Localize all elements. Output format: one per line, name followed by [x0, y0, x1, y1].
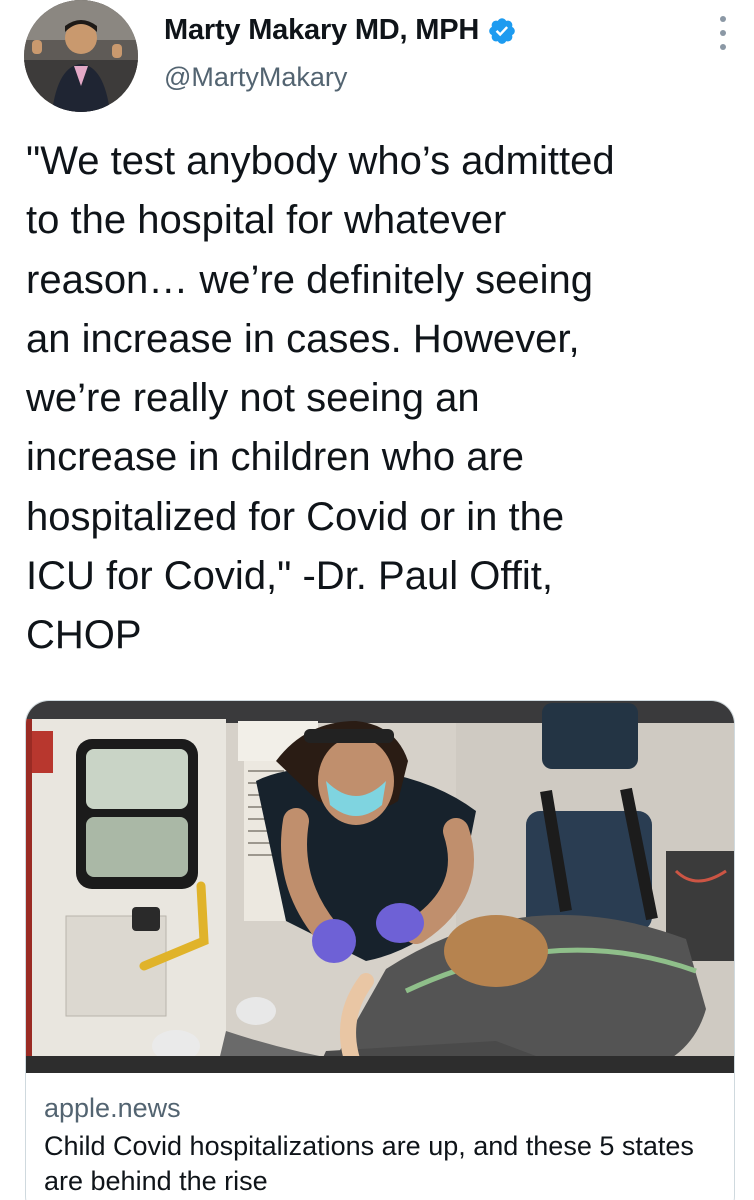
link-card[interactable]: apple.news Child Covid hospitalizations …: [25, 700, 735, 1200]
author-avatar[interactable]: [24, 0, 138, 112]
profile-photo-icon: [24, 0, 138, 112]
author-name-row: Marty Makary MD, MPH: [164, 14, 517, 47]
verified-badge-icon: [489, 17, 515, 44]
card-domain[interactable]: apple.news: [44, 1093, 181, 1124]
more-options-icon[interactable]: [718, 16, 728, 50]
author-handle[interactable]: @MartyMakary: [164, 62, 347, 93]
tweet[interactable]: Marty Makary MD, MPH @MartyMakary "We te…: [0, 0, 754, 1200]
author-display-name[interactable]: Marty Makary MD, MPH: [164, 14, 479, 47]
tweet-text: "We test anybody who’s admitted to the h…: [26, 139, 615, 658]
card-title[interactable]: Child Covid hospitalizations are up, and…: [44, 1129, 724, 1199]
card-image[interactable]: [26, 701, 734, 1073]
ambulance-photo-icon: [26, 701, 734, 1073]
